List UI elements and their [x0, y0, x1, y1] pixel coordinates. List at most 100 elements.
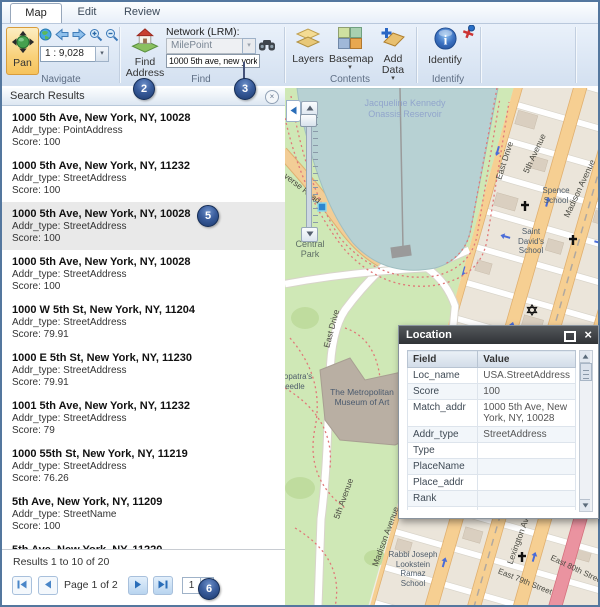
page-number-value: 1 [189, 580, 195, 591]
group-divider [119, 27, 120, 83]
result-addr-type: Addr_type: StreetAddress [12, 317, 275, 329]
tab-map[interactable]: Map [10, 3, 62, 23]
result-address: 1000 5th Ave, New York, NY, 11232 [12, 160, 275, 172]
result-addr-type: Addr_type: StreetAddress [12, 365, 275, 377]
scroll-up-button[interactable] [580, 351, 590, 363]
attribute-table-body: Loc_nameUSA.StreetAddressScore100Match_a… [408, 368, 576, 511]
tab-edit[interactable]: Edit [64, 3, 110, 22]
first-page-button[interactable] [12, 576, 32, 595]
popup-scrollbar[interactable] [579, 350, 593, 512]
close-icon: × [270, 92, 275, 101]
close-panel-button[interactable]: × [265, 90, 279, 104]
triangle-down-icon [306, 231, 314, 237]
attribute-row: PlaceName [408, 459, 576, 475]
full-extent-button[interactable] [38, 28, 53, 42]
search-results-panel: Search Results × 1000 5th Ave, New York,… [2, 88, 286, 605]
globe-icon [39, 28, 52, 41]
search-result-item[interactable]: 1000 5th Ave, New York, NY, 10028Addr_ty… [2, 202, 285, 250]
attribute-row: Place_addr [408, 475, 576, 491]
search-result-item[interactable]: 1000 55th St, New York, NY, 11219Addr_ty… [2, 442, 285, 490]
add-data-label: Add Data [372, 54, 414, 76]
group-label-navigate: Navigate [16, 74, 106, 85]
tab-review[interactable]: Review [114, 3, 170, 22]
last-page-button[interactable] [153, 576, 173, 595]
search-result-item[interactable]: 1001 5th Ave, New York, NY, 11232Addr_ty… [2, 394, 285, 442]
result-score: Score: 79.91 [12, 329, 275, 341]
close-icon: × [584, 327, 592, 342]
identify-button[interactable]: i Identify [426, 26, 464, 66]
result-score: Score: 100 [12, 137, 275, 149]
attribute-value: StreetAddress [478, 427, 576, 443]
scale-dropdown-button[interactable]: ▾ [95, 46, 109, 62]
attribute-value [478, 491, 576, 507]
attribute-row: Loc_nameUSA.StreetAddress [408, 368, 576, 384]
layers-label: Layers [290, 54, 326, 65]
layers-button[interactable]: Layers [290, 26, 326, 65]
result-address: 1000 W 5th St, New York, NY, 11204 [12, 304, 275, 316]
network-value: MilePoint [171, 40, 212, 51]
previous-page-button[interactable] [38, 576, 58, 595]
identify-label: Identify [426, 55, 464, 66]
zoom-slider-down-button[interactable] [301, 227, 318, 242]
group-divider [575, 27, 576, 83]
network-combobox: MilePoint [166, 38, 246, 54]
chevron-left-icon [290, 106, 297, 115]
attribute-row: Match_addr1000 5th Ave, New York, NY, 10… [408, 400, 576, 427]
search-input[interactable] [166, 54, 260, 68]
previous-page-icon [44, 580, 52, 589]
collapse-panel-button[interactable] [286, 100, 301, 122]
search-result-item[interactable]: 5th Ave, New York, NY, 11209Addr_type: S… [2, 490, 285, 538]
ribbon-tabstrip: Map Edit Review [2, 2, 598, 24]
attribute-field: Match_addr [408, 400, 478, 427]
search-result-item[interactable]: 1000 5th Ave, New York, NY, 10028Addr_ty… [2, 250, 285, 298]
attribute-field: PlaceName [408, 459, 478, 475]
search-result-item[interactable]: 1000 5th Ave, New York, NY, 11232Addr_ty… [2, 154, 285, 202]
result-addr-type: Addr_type: StreetAddress [12, 413, 275, 425]
map-label-central-park: Central Park [288, 240, 332, 259]
attribute-field: Rank [408, 491, 478, 507]
result-score: Score: 100 [12, 185, 275, 197]
attribute-field: Type [408, 443, 478, 459]
location-popup-titlebar[interactable]: Location × [399, 326, 598, 344]
attribute-value [478, 459, 576, 475]
scale-combobox[interactable]: 1 : 9,028 [40, 46, 99, 62]
result-address: 1000 E 5th St, New York, NY, 11230 [12, 352, 275, 364]
pan-button[interactable]: Pan [6, 27, 39, 75]
attribute-value [478, 443, 576, 459]
result-address: 1000 5th Ave, New York, NY, 10028 [12, 256, 275, 268]
result-addr-type: Addr_type: StreetName [12, 509, 275, 521]
zoom-slider-ticks [313, 117, 318, 225]
triangle-up-icon [582, 354, 589, 359]
map-label-saint-davids-school: Saint David's School [511, 227, 551, 256]
zoom-slider-track[interactable] [306, 115, 312, 228]
previous-extent-button[interactable] [54, 28, 69, 42]
basemap-button[interactable]: Basemap ▾ [329, 26, 371, 71]
scroll-thumb[interactable] [580, 363, 592, 381]
search-result-item[interactable]: 1000 W 5th St, New York, NY, 11204Addr_t… [2, 298, 285, 346]
ribbon-body: Pan [2, 24, 598, 86]
zoom-in-button[interactable] [88, 28, 103, 42]
scroll-down-button[interactable] [580, 499, 590, 511]
identify-at-point-button[interactable] [460, 25, 475, 39]
result-address: 1000 5th Ave, New York, NY, 10028 [12, 208, 275, 220]
zoom-out-button[interactable] [104, 28, 119, 42]
next-extent-button[interactable] [71, 28, 86, 42]
locate-button[interactable] [258, 38, 276, 52]
identify-i-glyph: i [443, 32, 447, 47]
next-page-button[interactable] [128, 576, 148, 595]
result-addr-type: Addr_type: StreetAddress [12, 173, 275, 185]
pan-label: Pan [7, 57, 38, 69]
zoom-slider-handle[interactable] [300, 114, 317, 127]
results-summary: Results 1 to 10 of 20 [13, 556, 109, 568]
close-popup-button[interactable]: × [584, 327, 592, 343]
attribute-row: Addr_typeStreetAddress [408, 427, 576, 443]
result-addr-type: Addr_type: StreetAddress [12, 269, 275, 281]
location-popup-title: Location [406, 329, 452, 341]
search-result-item[interactable]: 1000 5th Ave, New York, NY, 10028Addr_ty… [2, 106, 285, 154]
search-result-item[interactable]: 1000 E 5th St, New York, NY, 11230Addr_t… [2, 346, 285, 394]
attribute-row: Type [408, 443, 576, 459]
group-label-find: Find [156, 74, 246, 85]
scale-value: 1 : 9,028 [45, 48, 84, 59]
maximize-icon[interactable] [564, 331, 576, 342]
find-address-icon [130, 26, 160, 53]
